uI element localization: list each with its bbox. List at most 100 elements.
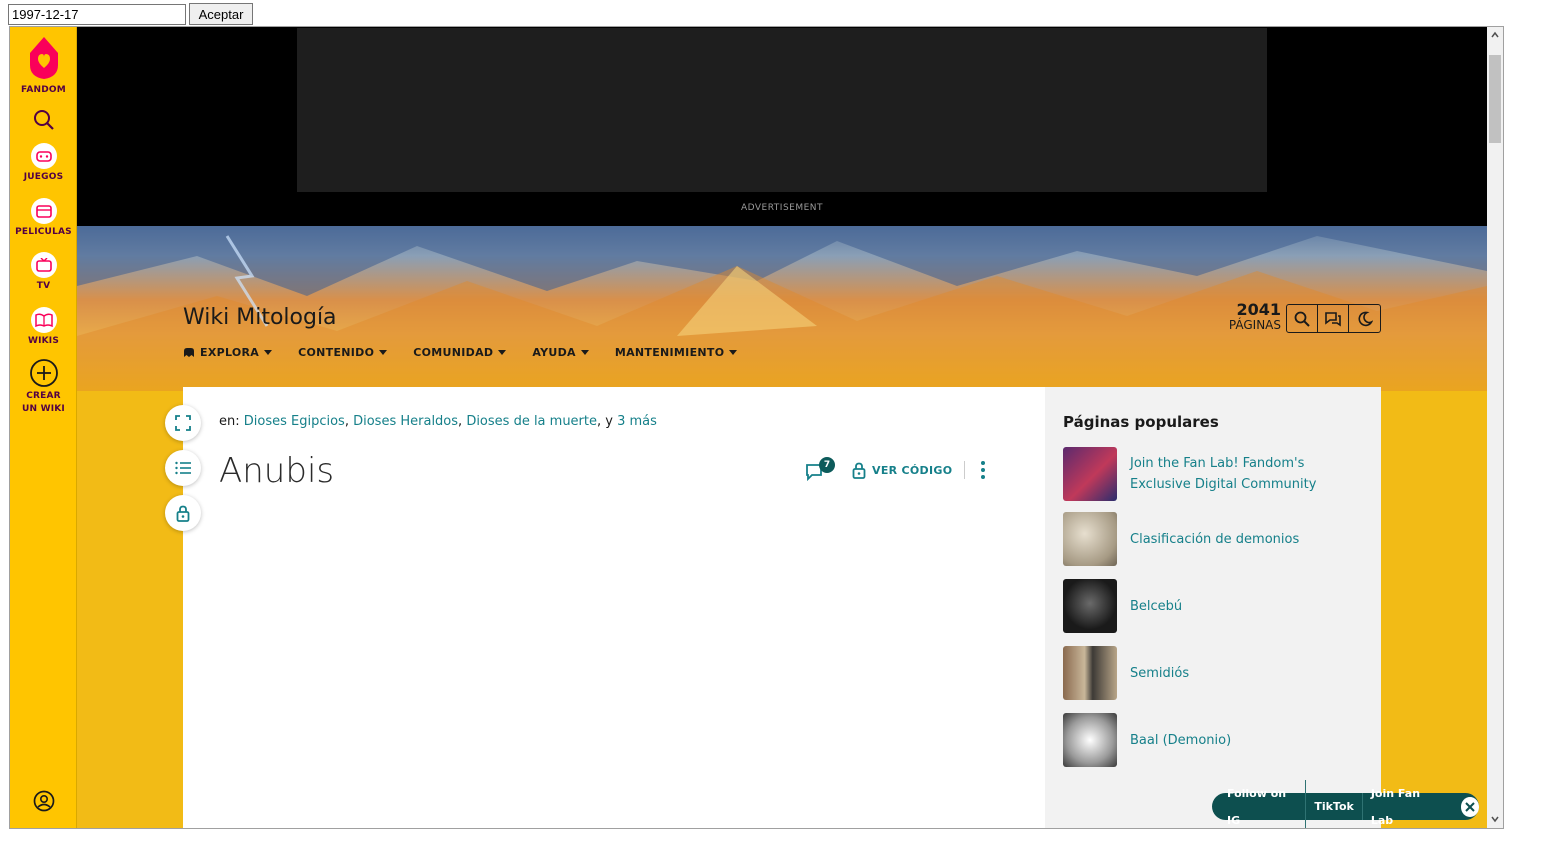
- popular-page-item[interactable]: Belcebú: [1063, 579, 1363, 633]
- accept-button[interactable]: Aceptar: [189, 3, 253, 25]
- rail-item-wikis[interactable]: WIKIS: [10, 307, 77, 346]
- rail-search[interactable]: [10, 109, 77, 131]
- chevron-down-icon: [379, 350, 388, 355]
- thumbnail-image: [1063, 512, 1117, 566]
- search-icon: [33, 110, 54, 130]
- rail-user-account[interactable]: [10, 790, 77, 812]
- scroll-thumb[interactable]: [1489, 55, 1501, 143]
- fandom-side-rail: FANDOM JUEGOS PELÍCULAS TV WIKIS CREAR U…: [10, 27, 77, 828]
- header-tools: [1286, 304, 1381, 333]
- list-icon: [175, 461, 191, 475]
- rail-item-juegos[interactable]: JUEGOS: [10, 143, 77, 182]
- categories-prefix: en:: [219, 414, 240, 429]
- nav-mantenimiento[interactable]: MANTENIMIENTO: [615, 346, 738, 359]
- rail-item-tv[interactable]: TV: [10, 252, 77, 291]
- nav-comunidad[interactable]: COMUNIDAD: [413, 346, 507, 359]
- page-title: Anubis: [219, 451, 335, 491]
- header-discussions-button[interactable]: [1318, 305, 1349, 332]
- header-theme-button[interactable]: [1349, 305, 1380, 332]
- wiki-header-banner: Wiki Mitología EXPLORA CONTENIDO COMUNID…: [77, 226, 1487, 391]
- nav-ayuda-label: AYUDA: [532, 346, 576, 359]
- wiki-title[interactable]: Wiki Mitología: [183, 305, 337, 330]
- social-pill: Follow on IG TikTok Join Fan Lab: [1212, 779, 1479, 828]
- close-icon: [1465, 801, 1475, 812]
- chevron-down-icon: [498, 350, 507, 355]
- book-icon: [34, 313, 53, 327]
- popular-page-link[interactable]: Baal (Demonio): [1130, 730, 1231, 751]
- nav-mantenimiento-label: MANTENIMIENTO: [614, 346, 725, 359]
- scrollbar[interactable]: [1487, 27, 1503, 828]
- table-of-contents-button[interactable]: [165, 450, 201, 486]
- fullscreen-button[interactable]: [165, 405, 201, 441]
- scroll-up-arrow-icon[interactable]: [1490, 30, 1500, 40]
- thumbnail-image: [1063, 447, 1117, 501]
- fandom-logo[interactable]: FANDOM: [10, 35, 77, 95]
- user-icon: [33, 790, 54, 812]
- category-link[interactable]: Dioses Egipcios: [244, 414, 345, 429]
- view-source-button[interactable]: VER CÓDIGO: [852, 462, 952, 479]
- scroll-down-arrow-icon[interactable]: [1490, 814, 1500, 824]
- chevron-down-icon: [729, 350, 738, 355]
- join-fan-lab-link[interactable]: Join Fan Lab: [1363, 780, 1449, 829]
- category-link[interactable]: Dioses Heraldos: [353, 414, 458, 429]
- page-count-label: PÁGINAS: [1228, 318, 1281, 332]
- comments-button[interactable]: 7: [806, 457, 835, 482]
- browser-frame: FANDOM JUEGOS PELÍCULAS TV WIKIS CREAR U…: [9, 26, 1504, 829]
- popular-page-link[interactable]: Clasificación de demonios: [1130, 529, 1299, 550]
- discussions-icon: [1325, 311, 1341, 326]
- popular-page-link[interactable]: Semidiós: [1130, 663, 1189, 684]
- categories-joiner: , y: [597, 414, 613, 429]
- search-icon: [1294, 311, 1310, 327]
- popular-page-item[interactable]: Join the Fan Lab! Fandom's Exclusive Dig…: [1063, 447, 1363, 501]
- nav-explora[interactable]: EXPLORA: [183, 346, 273, 359]
- tiktok-link[interactable]: TikTok: [1306, 793, 1363, 820]
- plus-circle-icon: [29, 359, 58, 387]
- date-input[interactable]: [8, 4, 186, 25]
- thumbnail-image: [1063, 579, 1117, 633]
- kebab-icon: [981, 468, 986, 472]
- film-icon: [35, 205, 52, 218]
- article-main: en: Dioses Egipcios, Dioses Heraldos, Di…: [183, 387, 1045, 828]
- rail-label-wikis: WIKIS: [27, 336, 60, 346]
- categories-line: en: Dioses Egipcios, Dioses Heraldos, Di…: [219, 414, 657, 429]
- categories-more-link[interactable]: 3 más: [617, 414, 657, 429]
- page-content: en: Dioses Egipcios, Dioses Heraldos, Di…: [183, 387, 1381, 828]
- wiki-nav: EXPLORA CONTENIDO COMUNIDAD AYUDA MANTEN…: [183, 346, 763, 359]
- view-source-label: VER CÓDIGO: [872, 463, 953, 477]
- ad-slot[interactable]: [297, 28, 1267, 192]
- fandom-logo-label: FANDOM: [21, 85, 66, 95]
- category-link[interactable]: Dioses de la muerte: [466, 414, 597, 429]
- nav-ayuda[interactable]: AYUDA: [532, 346, 589, 359]
- tools-divider: [964, 461, 966, 479]
- popular-page-item[interactable]: Baal (Demonio): [1063, 713, 1363, 767]
- thumbnail-image: [1063, 713, 1117, 767]
- popular-page-item[interactable]: Clasificación de demonios: [1063, 512, 1363, 566]
- popular-page-link[interactable]: Join the Fan Lab! Fandom's Exclusive Dig…: [1130, 453, 1363, 495]
- page-count: 2041 PÁGINAS: [1217, 302, 1281, 333]
- rail-label-juegos: JUEGOS: [23, 172, 64, 182]
- protection-button[interactable]: [165, 495, 201, 531]
- rail-label-tv: TV: [36, 281, 51, 291]
- more-actions-button[interactable]: [977, 468, 989, 472]
- lock-icon: [176, 505, 190, 522]
- tv-icon: [35, 258, 52, 272]
- explore-icon: [184, 348, 194, 357]
- follow-ig-link[interactable]: Follow on IG: [1212, 779, 1307, 828]
- article-tools: 7 VER CÓDIGO: [806, 457, 989, 482]
- rail-label-peliculas: PELÍCULAS: [15, 227, 72, 237]
- close-pill-button[interactable]: [1460, 796, 1479, 817]
- rail-item-peliculas[interactable]: PELÍCULAS: [10, 198, 77, 237]
- fandom-heart-icon: [29, 37, 58, 79]
- popular-page-link[interactable]: Belcebú: [1130, 596, 1182, 617]
- thumbnail-image: [1063, 646, 1117, 700]
- header-search-button[interactable]: [1287, 305, 1318, 332]
- lock-icon: [852, 462, 866, 479]
- gamepad-icon: [35, 151, 52, 162]
- rail-item-crear-wiki[interactable]: CREAR UN WIKI: [10, 358, 77, 416]
- moon-icon: [1358, 311, 1373, 326]
- popular-page-item[interactable]: Semidiós: [1063, 646, 1363, 700]
- nav-contenido[interactable]: CONTENIDO: [298, 346, 388, 359]
- chevron-down-icon: [264, 350, 273, 355]
- ad-area: ADVERTISEMENT: [77, 27, 1487, 226]
- top-bar: Aceptar: [0, 0, 1568, 26]
